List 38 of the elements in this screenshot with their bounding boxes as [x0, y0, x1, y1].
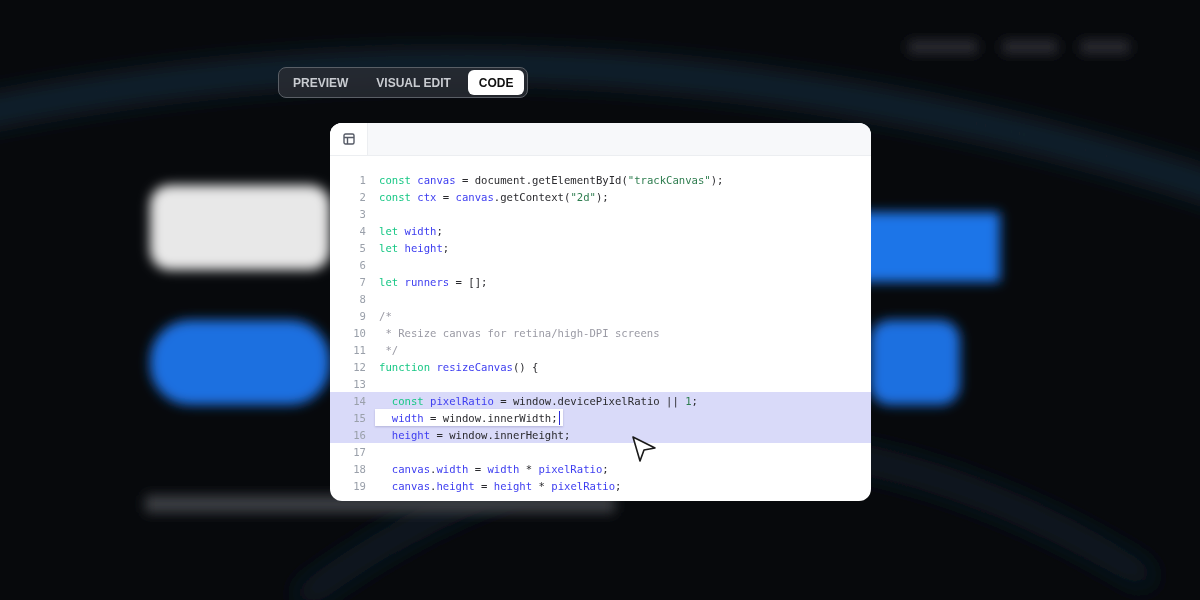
line-number: 7 [358, 275, 366, 288]
code-line: height = window.innerHeight; [390, 427, 571, 443]
line-number: 9 [358, 309, 366, 322]
code-line: let runners = []; [379, 274, 488, 290]
line-number: 5 [358, 241, 366, 254]
line-number: 11 [352, 343, 366, 356]
mode-tab[interactable]: VISUAL EDIT [365, 70, 462, 95]
code-line: function resizeCanvas() { [379, 359, 539, 375]
line-number: 18 [352, 462, 366, 475]
code-line: * Resize canvas for retina/high-DPI screens [384, 325, 660, 341]
line-number: 13 [352, 377, 366, 390]
line-number: 1 [358, 173, 366, 186]
line-number: 2 [358, 190, 366, 203]
line-number: 14 [352, 394, 366, 407]
line-number: 19 [352, 479, 366, 492]
code-line: canvas.width = width * pixelRatio; [390, 461, 609, 477]
line-number: 10 [352, 326, 366, 339]
line-number: 3 [358, 207, 366, 220]
code-line: let width; [379, 223, 443, 239]
code-line: const pixelRatio = window.devicePixelRatio || 1; [390, 393, 698, 409]
code-line: canvas.height = height * pixelRatio; [390, 478, 622, 494]
code-line: const canvas = document.getElementById("trackCanvas"); [379, 172, 724, 188]
line-number: 8 [358, 292, 366, 305]
code-line: */ [384, 342, 399, 358]
mouse-pointer-icon [631, 435, 657, 463]
mode-tab[interactable]: CODE [467, 70, 525, 95]
layout-icon [342, 133, 355, 145]
editor-tab[interactable] [330, 123, 368, 155]
code-line: /* [379, 308, 392, 324]
code-line: const ctx = canvas.getContext("2d"); [379, 189, 609, 205]
line-number: 16 [352, 428, 366, 441]
mode-tab[interactable]: PREVIEW [282, 70, 360, 95]
code-line: let height; [379, 240, 450, 256]
line-number: 12 [352, 360, 366, 373]
line-number: 4 [358, 224, 366, 237]
line-number: 15 [352, 411, 366, 424]
line-number: 17 [352, 445, 366, 458]
line-number: 6 [358, 258, 366, 271]
